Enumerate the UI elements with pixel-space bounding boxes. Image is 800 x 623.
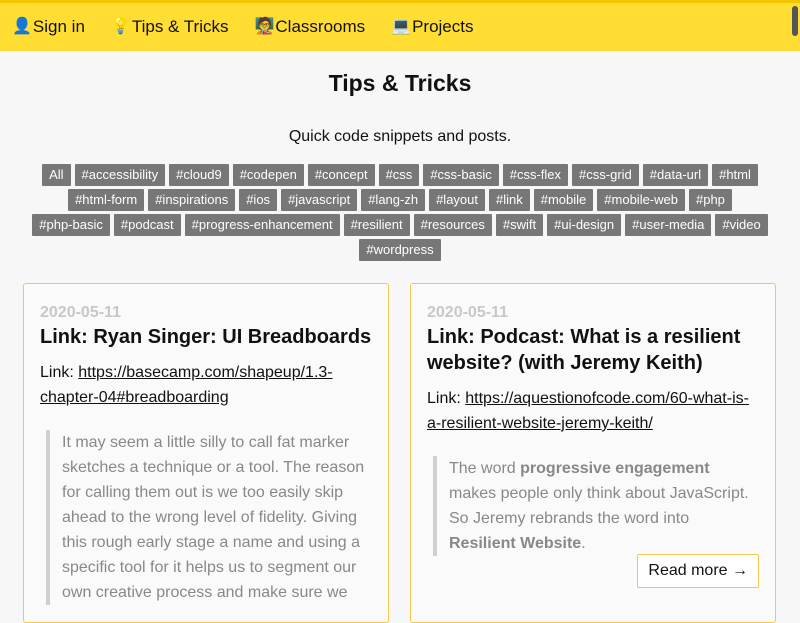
tag-filter[interactable]: #php-basic [32,214,110,236]
tag-filter[interactable]: #layout [429,189,485,211]
tag-filter-list: All #accessibility #cloud9 #codepen #concept… [30,164,770,261]
teacher-icon: 🧑‍🏫 [254,18,275,35]
tag-filter[interactable]: #accessibility [74,164,166,186]
post-link-row: Link: https://basecamp.com/shapeup/1.3-c… [40,360,372,410]
nav-item-label: Projects [412,17,474,36]
tag-filter[interactable]: #resilient [343,214,410,236]
tag-filter[interactable]: #javascript [281,189,358,211]
post-link[interactable]: https://basecamp.com/shapeup/1.3-chapter… [40,364,333,406]
tag-filter[interactable]: #resources [413,214,492,236]
tag-filter[interactable]: #html [712,164,758,186]
post-card: 2020-05-11 Link: Ryan Singer: UI Breadbo… [23,283,389,623]
post-date: 2020-05-11 [427,304,508,321]
tag-filter[interactable]: #lang-zh [361,189,426,211]
nav-item-label: Classrooms [275,17,366,36]
nav-item-tips-tricks[interactable]: 💡 Tips & Tricks [111,17,229,37]
tag-filter[interactable]: #wordpress [359,239,441,261]
tag-filter[interactable]: #php [688,189,732,211]
tag-filter[interactable]: #css-basic [423,164,499,186]
tag-filter[interactable]: #css-grid [572,164,639,186]
post-link[interactable]: https://aquestionofcode.com/60-what-is-a… [427,390,749,432]
tag-filter[interactable]: #user-media [625,214,712,236]
link-prefix: Link: [40,364,79,381]
tag-filter[interactable]: #progress-enhancement [184,214,340,236]
nav-item-label: Tips & Tricks [131,17,229,36]
tag-filter[interactable]: #html-form [68,189,145,211]
tag-filter[interactable]: #css [378,164,420,186]
tag-filter[interactable]: #cloud9 [169,164,229,186]
post-title[interactable]: Link: Ryan Singer: UI Breadboards [40,324,372,350]
tag-filter[interactable]: #ui-design [547,214,622,236]
top-navigation-bar: 👤 Sign in 💡 Tips & Tricks 🧑‍🏫 Classrooms… [0,0,800,51]
nav-item-label: Sign in [32,17,85,36]
lightbulb-icon: 💡 [110,18,131,35]
tag-filter[interactable]: #data-url [642,164,709,186]
tag-filter[interactable]: All [42,164,71,186]
scrollbar-thumb[interactable] [792,6,798,36]
post-card: 2020-05-11 Link: Podcast: What is a resi… [410,283,776,623]
post-link-row: Link: https://aquestionofcode.com/60-wha… [427,386,759,436]
tag-filter[interactable]: #codepen [232,164,304,186]
nav-item-sign-in[interactable]: 👤 Sign in [12,17,85,37]
tag-filter[interactable]: #podcast [113,214,181,236]
link-prefix: Link: [427,390,466,407]
nav-item-projects[interactable]: 💻 Projects [391,17,473,37]
nav-item-classrooms[interactable]: 🧑‍🏫 Classrooms [254,17,365,37]
tag-filter[interactable]: #concept [307,164,375,186]
tag-filter[interactable]: #ios [239,189,278,211]
tag-filter[interactable]: #mobile-web [597,189,685,211]
post-title[interactable]: Link: Podcast: What is a resilient websi… [427,324,759,376]
laptop-icon: 💻 [391,18,412,35]
tag-filter[interactable]: #inspirations [148,189,236,211]
tag-filter[interactable]: #swift [495,214,544,236]
post-excerpt: The word progressive engagement makes pe… [433,456,759,556]
read-more-button[interactable]: Read more → [637,554,759,588]
tag-filter[interactable]: #css-flex [502,164,569,186]
page-title: Tips & Tricks [328,70,472,96]
tag-filter[interactable]: #video [715,214,768,236]
user-icon: 👤 [12,18,32,35]
tag-filter[interactable]: #link [489,189,530,211]
post-excerpt: It may seem a little silly to call fat m… [46,430,372,605]
post-date: 2020-05-11 [40,304,121,321]
page-subtitle: Quick code snippets and posts. [288,128,512,145]
nav-menu: 👤 Sign in 💡 Tips & Tricks 🧑‍🏫 Classrooms… [12,3,500,51]
tag-filter[interactable]: #mobile [533,189,594,211]
